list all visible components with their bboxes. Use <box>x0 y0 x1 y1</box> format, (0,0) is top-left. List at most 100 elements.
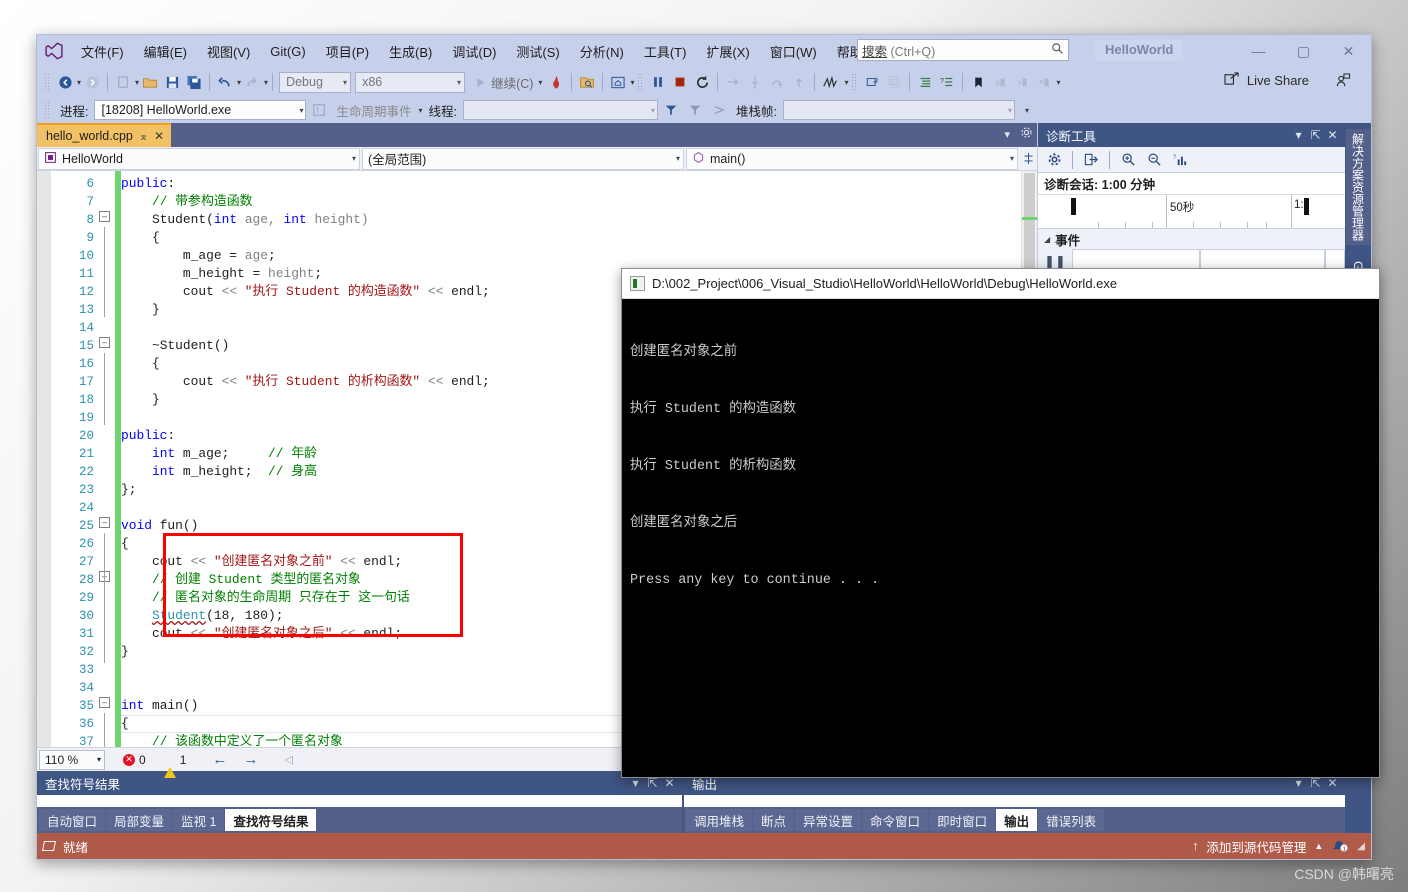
toolbar-grip[interactable] <box>44 73 51 91</box>
close-icon[interactable]: ✕ <box>154 129 164 143</box>
attach-process-icon[interactable] <box>576 70 598 94</box>
copy-window-icon[interactable] <box>883 70 905 94</box>
clear-bookmarks-icon[interactable] <box>1033 70 1055 94</box>
stop-debugging-icon[interactable] <box>669 70 691 94</box>
fold-toggle-line8[interactable]: – <box>99 211 110 222</box>
nav-scope-combo[interactable]: (全局范围) ▾ <box>362 147 684 170</box>
navigate-back-icon[interactable] <box>54 70 76 94</box>
error-count-chip[interactable]: ✕ 0 <box>123 753 146 767</box>
tab-call-stack[interactable]: 调用堆栈 <box>686 809 753 831</box>
menu-item-git[interactable]: Git(G) <box>260 40 315 63</box>
resize-grip-icon[interactable]: ◢ <box>1357 841 1365 852</box>
fold-toggle-line35[interactable]: – <box>99 697 110 708</box>
zoom-in-icon[interactable] <box>1116 149 1140 171</box>
code-folding-margin[interactable]: – – – – – <box>97 171 115 747</box>
pin-icon-right-pane[interactable]: ⇱ <box>1307 776 1324 790</box>
nav-next-icon[interactable]: → <box>237 751 264 768</box>
events-section-header[interactable]: ◢ 事件 <box>1038 229 1345 249</box>
code-line[interactable]: m_age = age; <box>121 247 1037 265</box>
menu-item-file[interactable]: 文件(F) <box>71 38 134 65</box>
export-arrow-icon[interactable] <box>1079 149 1103 171</box>
zoom-out-icon[interactable] <box>1142 149 1166 171</box>
chart-bars-icon[interactable]: ? <box>1168 149 1192 171</box>
chevron-down-icon-right-pane[interactable]: ▾ <box>1290 776 1307 790</box>
menu-item-build[interactable]: 生成(B) <box>379 38 442 65</box>
continue-button[interactable]: 继续(C) ▾ <box>471 70 545 94</box>
source-control-label[interactable]: 添加到源代码管理 <box>1206 837 1306 856</box>
open-file-icon[interactable] <box>139 70 161 94</box>
home-window-icon[interactable] <box>607 70 629 94</box>
tab-exception-settings[interactable]: 异常设置 <box>795 809 862 831</box>
settings-gear-icon[interactable] <box>1042 149 1066 171</box>
tab-command-window[interactable]: 命令窗口 <box>862 809 929 831</box>
break-all-icon[interactable] <box>647 70 669 94</box>
filter-clear-icon[interactable] <box>684 98 706 122</box>
new-item-icon[interactable] <box>112 70 134 94</box>
pin-icon[interactable]: ⌅ <box>139 130 148 143</box>
menu-item-extensions[interactable]: 扩展(X) <box>696 38 759 65</box>
menu-item-project[interactable]: 项目(P) <box>316 38 379 65</box>
search-input[interactable]: 搜索 (Ctrl+Q) <box>857 39 1069 61</box>
redo-caret-icon[interactable]: ▾ <box>264 78 268 87</box>
tab-breakpoints[interactable]: 断点 <box>753 809 795 831</box>
next-bookmark-icon[interactable] <box>1011 70 1033 94</box>
lifecycle-events-icon[interactable]: f <box>308 98 330 122</box>
flag-icon[interactable] <box>708 98 730 122</box>
diagnostics-caret-icon[interactable]: ▾ <box>844 78 848 87</box>
hot-reload-icon[interactable] <box>545 70 567 94</box>
fold-toggle-line15[interactable]: – <box>99 337 110 348</box>
toolbar-grip-2[interactable] <box>637 73 645 91</box>
split-view-icon[interactable] <box>1019 152 1037 165</box>
console-window[interactable]: D:\002_Project\006_Visual_Studio\HelloWo… <box>621 268 1380 778</box>
nav-previous-icon[interactable]: ← <box>206 751 233 768</box>
toolbar-grip-3[interactable] <box>851 73 859 91</box>
bookmark-caret-icon[interactable]: ▾ <box>1056 78 1060 87</box>
debugbar-grip[interactable] <box>44 101 51 119</box>
zoom-level-combo[interactable]: 110 % ▾ <box>39 749 105 770</box>
comment-selection-icon[interactable] <box>914 70 936 94</box>
redo-icon[interactable] <box>241 70 263 94</box>
save-icon[interactable] <box>161 70 183 94</box>
menu-item-view[interactable]: 视图(V) <box>197 38 260 65</box>
document-tab-hello-world[interactable]: hello_world.cpp ⌅ ✕ <box>37 123 172 147</box>
pin-icon-left-pane[interactable]: ⇱ <box>644 776 661 790</box>
menu-item-edit[interactable]: 编辑(E) <box>134 38 197 65</box>
minimize-button[interactable]: — <box>1236 35 1281 67</box>
step-into-icon[interactable] <box>744 70 766 94</box>
previous-bookmark-icon[interactable] <box>989 70 1011 94</box>
restart-icon[interactable] <box>691 70 713 94</box>
close-icon-left-pane[interactable]: ✕ <box>661 776 678 790</box>
tab-autos[interactable]: 自动窗口 <box>39 809 106 831</box>
close-icon-right-pane[interactable]: ✕ <box>1324 776 1341 790</box>
lifecycle-caret-icon[interactable]: ▾ <box>419 106 423 115</box>
source-control-caret-icon[interactable]: ▲ <box>1314 841 1323 851</box>
tab-error-list[interactable]: 错误列表 <box>1038 809 1105 831</box>
notifications-bell-icon[interactable]: 1 <box>1331 837 1349 856</box>
nav-member-combo[interactable]: main() ▾ <box>686 147 1018 170</box>
home-caret-icon[interactable]: ▾ <box>630 78 634 87</box>
pin-icon-diag[interactable]: ⇱ <box>1307 128 1324 142</box>
filter-icon[interactable] <box>660 98 682 122</box>
horizontal-scroll-left-icon[interactable]: ◁ <box>284 753 292 766</box>
diagnostics-timeline[interactable]: 50秒 1: <box>1038 195 1345 229</box>
undo-icon[interactable] <box>214 70 236 94</box>
bookmark-icon[interactable] <box>967 70 989 94</box>
live-share-button[interactable]: Live Share <box>1224 71 1309 89</box>
feedback-icon[interactable] <box>1335 73 1351 91</box>
menu-item-test[interactable]: 测试(S) <box>506 38 569 65</box>
menu-item-tools[interactable]: 工具(T) <box>634 38 697 65</box>
menu-item-window[interactable]: 窗口(W) <box>760 38 827 65</box>
new-window-icon[interactable] <box>861 70 883 94</box>
tab-list-caret-icon[interactable]: ▾ <box>1004 128 1010 141</box>
navigate-forward-icon[interactable] <box>81 70 103 94</box>
code-line[interactable]: // 带参构造函数 <box>121 193 1037 211</box>
code-line[interactable]: { <box>121 229 1037 247</box>
stackframe-combo[interactable]: ▾ <box>782 100 1015 120</box>
diagnostics-icon[interactable] <box>819 70 843 94</box>
tab-settings-gear-icon[interactable] <box>1020 126 1033 142</box>
thread-combo[interactable]: ▾ <box>463 100 658 120</box>
fold-toggle-line25[interactable]: – <box>99 517 110 528</box>
step-out-icon[interactable] <box>788 70 810 94</box>
uncomment-selection-icon[interactable]: ? <box>936 70 958 94</box>
show-next-statement-icon[interactable] <box>722 70 744 94</box>
